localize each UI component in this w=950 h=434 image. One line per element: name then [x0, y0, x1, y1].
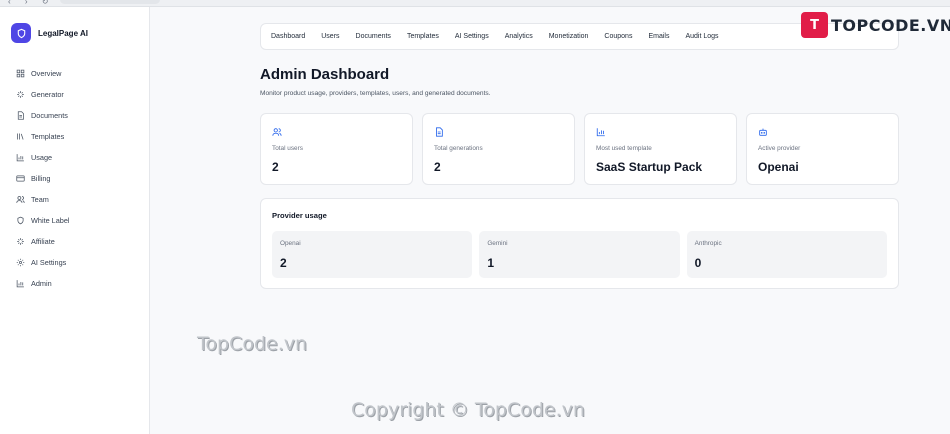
sidebar-item-documents[interactable]: Documents	[16, 105, 70, 126]
sidebar-nav: Overview Generator Documents Templates U…	[16, 63, 70, 294]
stat-card-total-users: Total users 2	[260, 113, 413, 185]
tab-emails[interactable]: Emails	[648, 33, 669, 40]
users-icon	[16, 195, 25, 204]
stat-label: Total generations	[434, 145, 483, 152]
stat-label: Total users	[272, 145, 303, 152]
brand[interactable]: LegalPage AI	[11, 23, 88, 43]
file-icon	[16, 111, 25, 120]
provider-tile-gemini: Gemini 1	[479, 231, 680, 278]
watermark-copyright: Copyright © TopCode.vn	[351, 399, 585, 421]
stat-label: Most used template	[596, 145, 652, 152]
sidebar-item-white-label[interactable]: White Label	[16, 210, 70, 231]
watermark-logo-icon: T	[801, 12, 828, 38]
sidebar-item-affiliate[interactable]: Affiliate	[16, 231, 70, 252]
stat-value: 2	[272, 160, 279, 174]
sparkles-icon	[16, 237, 25, 246]
tab-coupons[interactable]: Coupons	[604, 33, 632, 40]
sparkles-icon	[16, 90, 25, 99]
stat-value: Openai	[758, 160, 799, 174]
sidebar-item-billing[interactable]: Billing	[16, 168, 70, 189]
sidebar-item-generator[interactable]: Generator	[16, 84, 70, 105]
main-content: Dashboard Users Documents Templates AI S…	[150, 7, 950, 434]
stat-card-active-provider: Active provider Openai	[746, 113, 899, 185]
grid-icon	[16, 69, 25, 78]
stats-row: Total users 2 Total generations 2 Most u…	[260, 113, 899, 185]
tab-ai-settings[interactable]: AI Settings	[455, 33, 489, 40]
watermark-text: TopCode.vn	[197, 333, 308, 355]
sidebar-item-label: Affiliate	[31, 237, 55, 246]
library-icon	[16, 132, 25, 141]
bar-chart-icon	[596, 124, 606, 137]
page-title: Admin Dashboard	[260, 66, 390, 83]
sidebar-item-label: Admin	[31, 279, 52, 288]
provider-name: Openai	[280, 240, 301, 247]
sidebar-item-label: Documents	[31, 111, 68, 120]
provider-name: Gemini	[487, 240, 508, 247]
tab-analytics[interactable]: Analytics	[505, 33, 533, 40]
shield-icon	[16, 216, 25, 225]
stat-label: Active provider	[758, 145, 801, 152]
provider-name: Anthropic	[694, 240, 722, 247]
sidebar-item-ai-settings[interactable]: AI Settings	[16, 252, 70, 273]
tab-dashboard[interactable]: Dashboard	[271, 33, 305, 40]
sidebar-item-label: Generator	[31, 90, 64, 99]
gear-icon	[16, 258, 25, 267]
sidebar-item-templates[interactable]: Templates	[16, 126, 70, 147]
watermark-logo-text: TOPCODE.VN	[831, 15, 950, 35]
stat-value: 2	[434, 160, 441, 174]
sidebar-item-usage[interactable]: Usage	[16, 147, 70, 168]
bar-chart-icon	[16, 279, 25, 288]
provider-usage-grid: Openai 2 Gemini 1 Anthropic 0	[272, 231, 887, 278]
sidebar-item-overview[interactable]: Overview	[16, 63, 70, 84]
provider-tile-openai: Openai 2	[272, 231, 473, 278]
tab-documents[interactable]: Documents	[356, 33, 391, 40]
provider-count: 2	[280, 256, 287, 270]
provider-usage-card: Provider usage Openai 2 Gemini 1 Anthrop…	[260, 198, 899, 289]
browser-nav-icons[interactable]: ‹ › ↻	[8, 0, 54, 6]
file-icon	[434, 124, 444, 137]
browser-chrome: ‹ › ↻	[0, 0, 950, 7]
provider-count: 0	[694, 256, 702, 270]
sidebar-item-admin[interactable]: Admin	[16, 273, 70, 294]
sidebar-item-label: White Label	[31, 216, 70, 225]
tab-audit-logs[interactable]: Audit Logs	[685, 33, 718, 40]
tab-templates[interactable]: Templates	[407, 33, 439, 40]
sidebar-item-label: Overview	[31, 69, 62, 78]
watermark-logo: T TOPCODE.VN	[801, 12, 950, 38]
credit-card-icon	[16, 174, 25, 183]
page-subtitle: Monitor product usage, providers, templa…	[260, 90, 491, 97]
stat-card-total-generations: Total generations 2	[422, 113, 575, 185]
tab-users[interactable]: Users	[321, 33, 339, 40]
provider-usage-title: Provider usage	[272, 211, 327, 220]
users-icon	[272, 124, 282, 136]
sidebar-item-team[interactable]: Team	[16, 189, 70, 210]
tab-monetization[interactable]: Monetization	[549, 33, 589, 40]
bar-chart-icon	[16, 153, 25, 162]
brand-name: LegalPage AI	[38, 28, 88, 38]
sidebar-item-label: Billing	[31, 174, 51, 183]
sidebar-item-label: Templates	[31, 132, 65, 141]
bot-icon	[758, 124, 768, 136]
address-bar[interactable]	[60, 0, 160, 4]
sidebar-item-label: Team	[31, 195, 49, 204]
sidebar-item-label: Usage	[31, 153, 53, 162]
provider-tile-anthropic: Anthropic 0	[686, 231, 887, 278]
provider-count: 1	[487, 256, 495, 270]
stat-value: SaaS Startup Pack	[596, 160, 703, 174]
stat-card-most-used-template: Most used template SaaS Startup Pack	[584, 113, 737, 185]
sidebar: LegalPage AI Overview Generator Document…	[0, 7, 150, 434]
brand-logo-icon	[11, 23, 31, 43]
sidebar-item-label: AI Settings	[31, 258, 67, 267]
